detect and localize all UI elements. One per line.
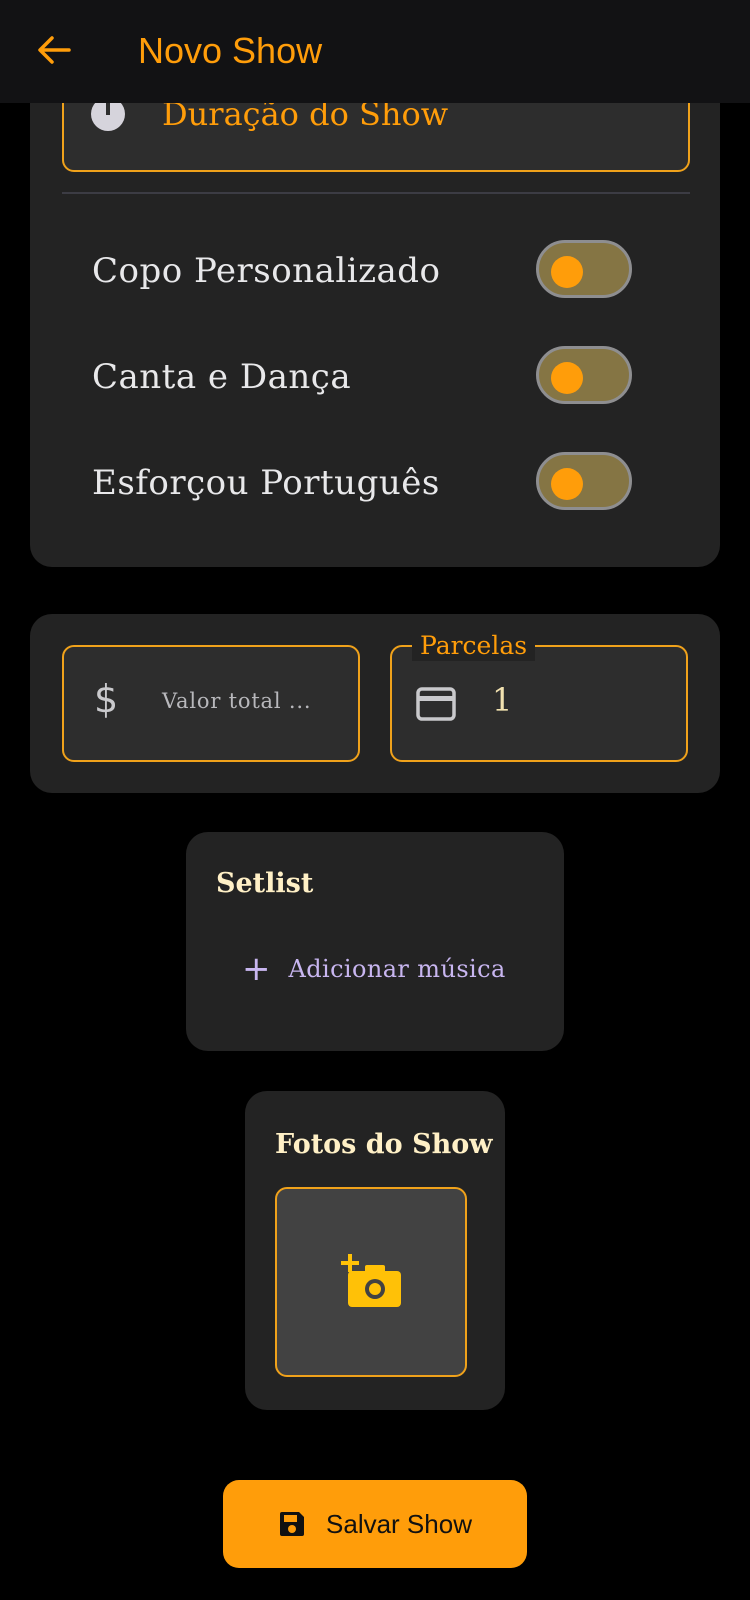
add-photo-button[interactable] bbox=[275, 1187, 467, 1377]
valor-total-field[interactable]: $ Valor total ... bbox=[62, 645, 360, 762]
switch-knob bbox=[551, 256, 583, 288]
app-bar: Novo Show bbox=[0, 0, 750, 103]
divider bbox=[62, 192, 690, 194]
arrow-left-icon bbox=[38, 36, 71, 64]
setlist-title: Setlist bbox=[216, 868, 314, 899]
toggle-label: Copo Personalizado bbox=[92, 251, 441, 291]
plus-icon: + bbox=[242, 949, 271, 989]
photos-card: Fotos do Show bbox=[245, 1091, 505, 1410]
canta-e-danca-switch[interactable] bbox=[536, 346, 632, 404]
parcelas-label: Parcelas bbox=[412, 631, 536, 661]
toggle-row-canta: Canta e Dança bbox=[92, 346, 637, 410]
save-show-button[interactable]: Salvar Show bbox=[223, 1480, 527, 1568]
setlist-card: Setlist + Adicionar música bbox=[186, 832, 564, 1051]
switch-knob bbox=[551, 468, 583, 500]
credit-card-icon bbox=[416, 687, 456, 721]
toggle-label: Esforçou Português bbox=[92, 463, 440, 503]
save-show-label: Salvar Show bbox=[326, 1508, 472, 1539]
dollar-icon: $ bbox=[94, 677, 119, 721]
add-music-label: Adicionar música bbox=[288, 955, 506, 983]
valor-total-placeholder: Valor total ... bbox=[162, 689, 312, 713]
page-title: Novo Show bbox=[138, 30, 323, 71]
switch-knob bbox=[551, 362, 583, 394]
parcelas-field[interactable]: 1 bbox=[390, 645, 688, 762]
parcelas-value: 1 bbox=[492, 681, 513, 719]
toggle-label: Canta e Dança bbox=[92, 357, 352, 397]
back-button[interactable] bbox=[34, 30, 74, 70]
add-camera-icon bbox=[341, 1254, 401, 1307]
floppy-disk-icon bbox=[280, 1512, 305, 1536]
photos-title: Fotos do Show bbox=[275, 1129, 493, 1160]
add-music-button[interactable]: + Adicionar música bbox=[242, 952, 506, 986]
toggle-row-esforcou: Esforçou Português bbox=[92, 452, 637, 516]
copo-personalizado-switch[interactable] bbox=[536, 240, 632, 298]
esforcou-portugues-switch[interactable] bbox=[536, 452, 632, 510]
toggle-row-copo: Copo Personalizado bbox=[92, 240, 637, 304]
